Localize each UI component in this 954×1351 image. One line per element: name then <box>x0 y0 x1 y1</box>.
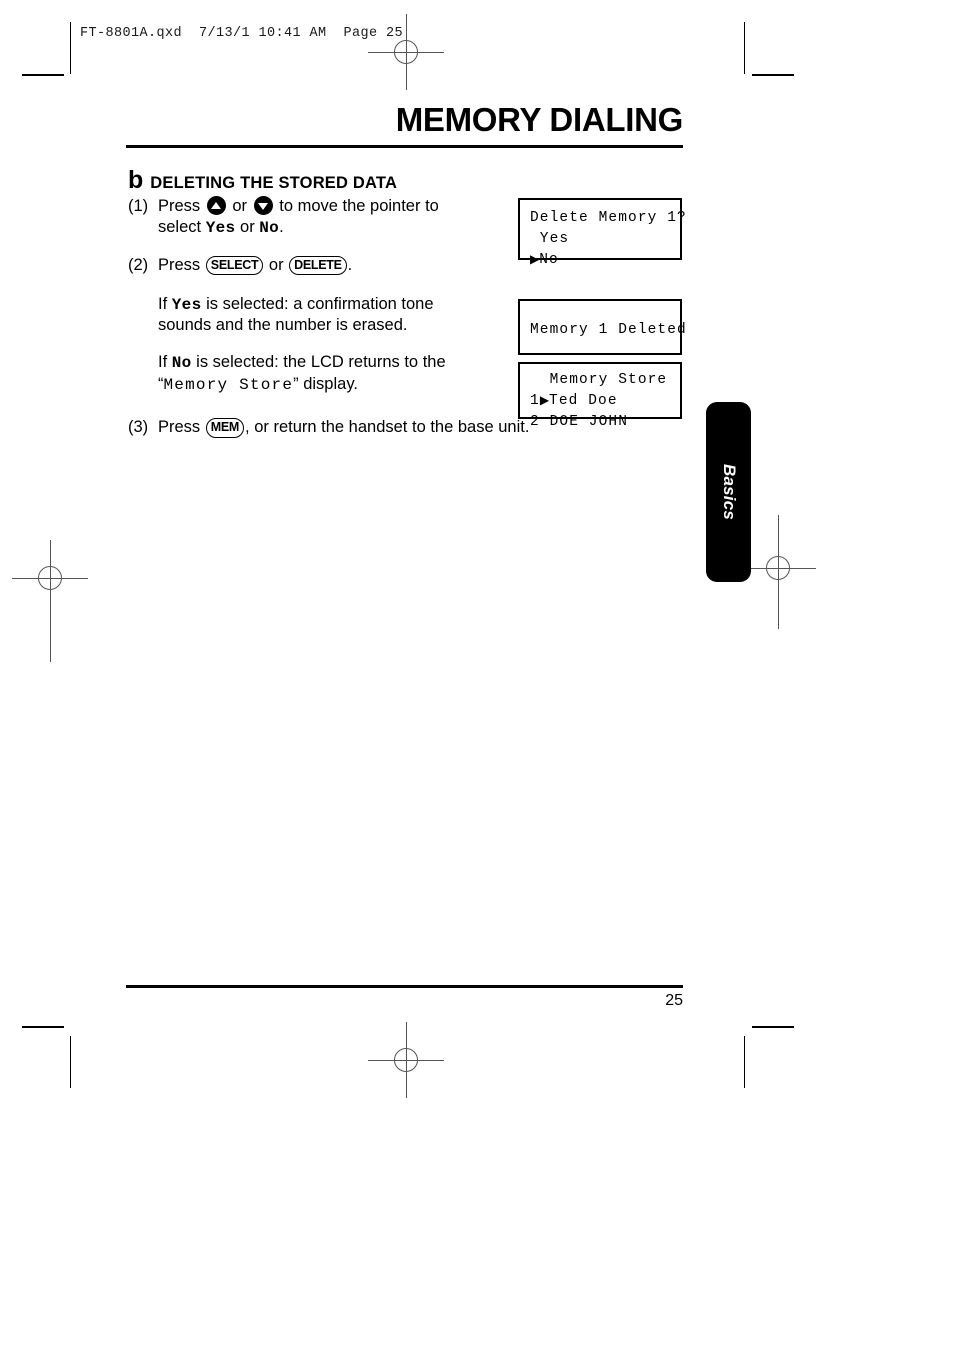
section-heading: b DELETING THE STORED DATA <box>128 168 397 193</box>
step-1: (1) Press or to move the pointer to sele… <box>128 196 500 239</box>
section-letter: b <box>128 166 144 194</box>
paragraph-no-rest: is selected: the LCD returns to the <box>196 353 446 372</box>
section-title: DELETING THE STORED DATA <box>150 174 398 192</box>
lcd1-pointer-icon: ▶ <box>530 252 540 267</box>
step-1-select-label: select <box>158 218 202 237</box>
side-tab-basics[interactable]: Basics <box>706 402 751 582</box>
lcd3-line3: 2 DOE JOHN <box>530 414 629 431</box>
step-2-press-label: Press <box>158 255 201 274</box>
select-key-label[interactable]: SELECT <box>205 255 264 276</box>
paragraph-yes-lead: If <box>158 294 168 313</box>
step-1-or2-label: or <box>240 218 255 237</box>
lcd-memory-deleted: Memory 1 Deleted <box>518 299 686 355</box>
step-2-period: . <box>347 255 353 274</box>
step-1-period: . <box>279 218 284 237</box>
up-arrow-key-icon[interactable] <box>206 196 226 215</box>
page-title: MEMORY DIALING <box>395 101 684 138</box>
lcd1-line3: No <box>539 252 559 269</box>
paragraph-no-display-name: Memory Store <box>163 375 294 394</box>
manual-page: MEMORY DIALING b DELETING THE STORED DAT… <box>0 0 954 1351</box>
step-2-number: (2) <box>128 255 149 274</box>
step-2-body: Press SELECT or DELETE. <box>158 255 500 276</box>
paragraph-no-lead: If <box>158 353 168 372</box>
step-2-or-label: or <box>268 255 284 274</box>
paragraph-no-quote-close: ” display. <box>293 374 358 393</box>
lcd2-line1: Memory 1 Deleted <box>530 322 687 338</box>
step-3-press-label: Press <box>158 418 201 437</box>
side-tab-label: Basics <box>719 463 739 521</box>
paragraph-no-keyword: No <box>171 354 192 373</box>
instruction-column: (1) Press or to move the pointer to sele… <box>128 196 529 454</box>
lcd-delete-confirm: Delete Memory 1? Yes ▶No <box>518 198 686 268</box>
step-3: (3) Press MEM, or return the handset to … <box>128 417 588 438</box>
step-3-number: (3) <box>128 418 149 437</box>
paragraph-yes-selected: If Yes is selected: a confirmation tone … <box>128 294 500 337</box>
page-number: 25 <box>665 992 683 1009</box>
step-3-body: Press MEM, or return the handset to the … <box>158 417 588 438</box>
step-1-tail-label: to move the pointer to <box>279 197 439 215</box>
lcd3-line1: Memory Store <box>530 372 668 388</box>
paragraph-yes-keyword: Yes <box>171 295 202 314</box>
step-1-or-label: or <box>232 197 248 215</box>
paragraph-yes-rest: is selected: a confirmation tone <box>206 294 434 313</box>
paragraph-no-selected: If No is selected: the LCD returns to th… <box>128 352 500 395</box>
step-2: (2) Press SELECT or DELETE. <box>128 255 500 276</box>
step-1-body: Press or to move the pointer to select Y… <box>158 196 500 239</box>
lcd1-line1: Delete Memory 1? <box>530 210 687 226</box>
paragraph-yes-line2: sounds and the number is erased. <box>158 316 408 335</box>
step-3-tail-label: , or return the handset to the base unit… <box>245 418 530 437</box>
lcd3-line2-index: 1 <box>530 393 540 410</box>
step-1-no-value: No <box>259 219 280 238</box>
mem-key-label[interactable]: MEM <box>205 418 245 438</box>
step-1-yes-value: Yes <box>205 219 236 238</box>
lcd3-line2-text: Ted Doe <box>549 393 618 410</box>
lcd1-line2: Yes <box>530 231 570 248</box>
footer-divider <box>126 985 683 988</box>
lcd3-pointer-icon: ▶ <box>539 393 550 408</box>
lcd-memory-store: Memory Store 1▶Ted Doe 2 DOE JOHN <box>518 362 682 430</box>
title-divider <box>126 145 683 148</box>
down-arrow-key-icon[interactable] <box>253 196 273 215</box>
step-1-number: (1) <box>128 197 149 215</box>
step-1-press-label: Press <box>158 197 201 215</box>
delete-key-label[interactable]: DELETE <box>289 255 347 276</box>
